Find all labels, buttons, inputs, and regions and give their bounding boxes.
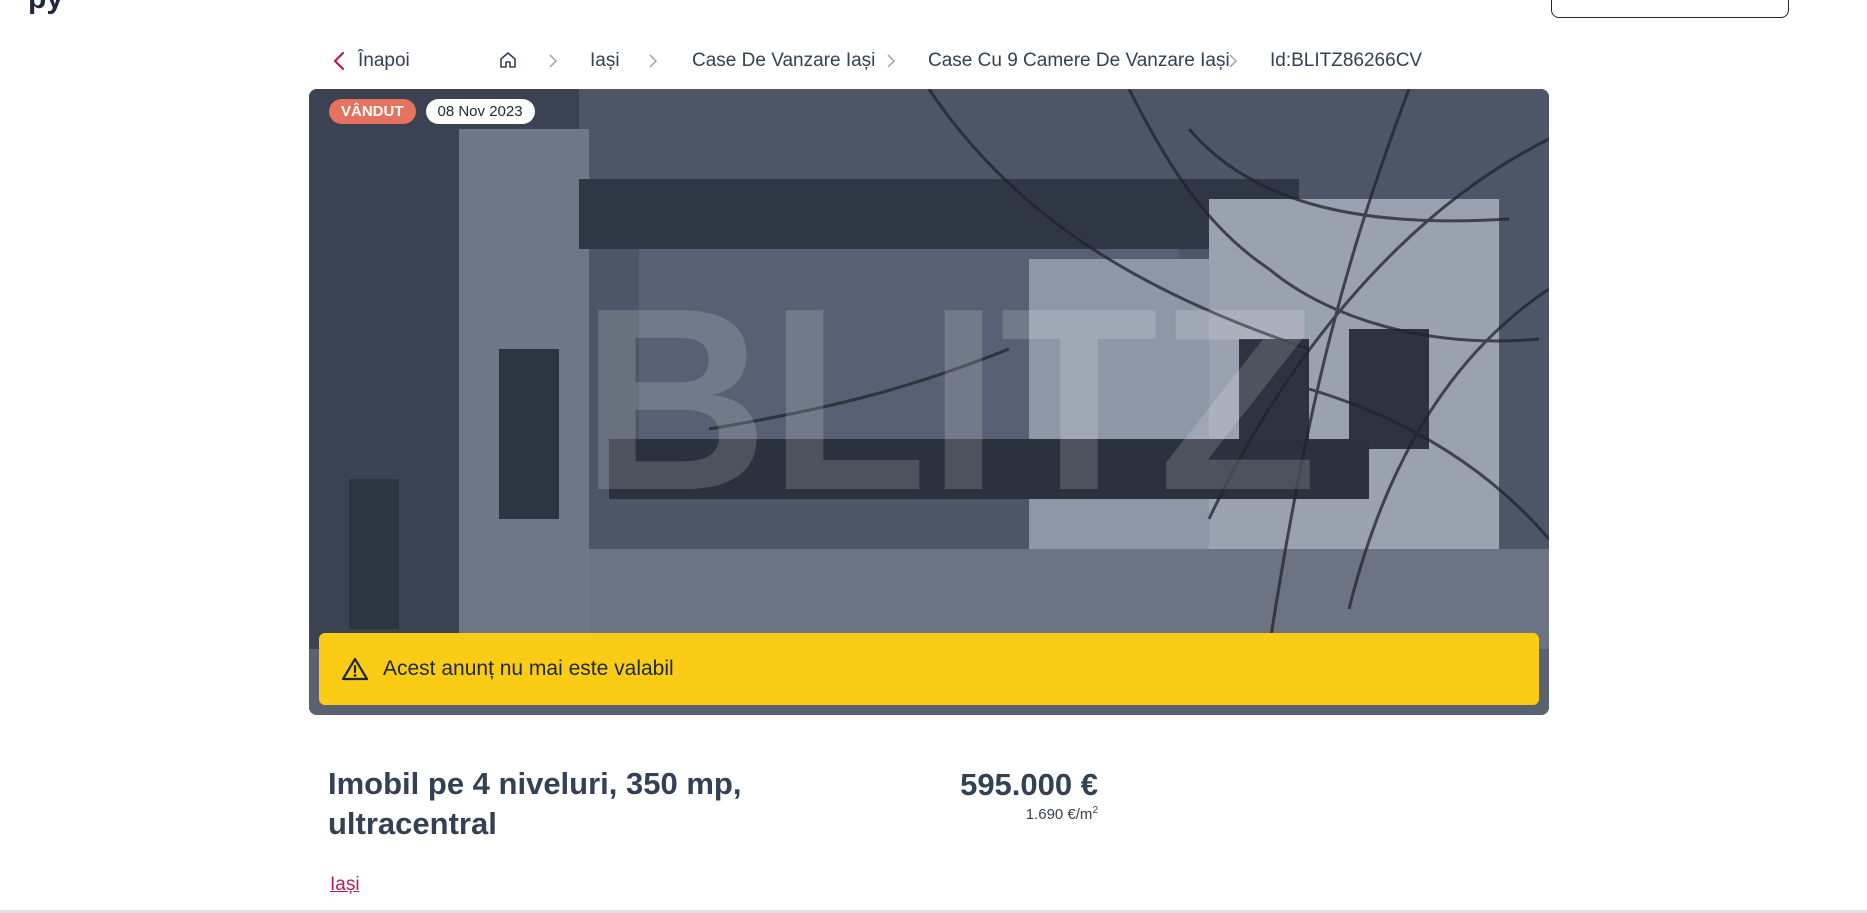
breadcrumb-item-houses-for-sale[interactable]: Case De Vanzare Iași (692, 46, 875, 76)
breadcrumb-separator-icon (548, 46, 558, 78)
price-per-sqm: 1.690 €/m2 (900, 805, 1098, 823)
breadcrumb-item-listing-id: Id:BLITZ86266CV (1270, 50, 1423, 71)
notice-text: Acest anunț nu mai este valabil (383, 657, 674, 680)
location-link[interactable]: Iași (330, 874, 360, 896)
site-logo-fragment[interactable]: py (28, 0, 63, 16)
breadcrumb-item-nine-rooms[interactable]: Case Cu 9 Camere De Vanzare Iași (928, 46, 1230, 76)
home-icon[interactable] (498, 50, 518, 70)
breadcrumb-separator-icon (886, 46, 896, 78)
breadcrumb-item-city[interactable]: Iași (590, 46, 620, 76)
breadcrumb-separator-icon (648, 46, 658, 78)
warning-icon (341, 657, 369, 681)
header-action-button[interactable] (1551, 0, 1789, 18)
listing-price: 595.000 € (960, 767, 1098, 802)
breadcrumb: Înapoi Iași Case De Vanzare Iași Case Cu… (332, 46, 1572, 76)
watermark: BLITZ (581, 255, 1317, 545)
listing-badges: VÂNDUT 08 Nov 2023 (329, 99, 535, 124)
chevron-left-icon (333, 51, 345, 71)
price-per-sqm-superscript: 2 (1092, 805, 1098, 816)
price-per-sqm-value: 1.690 €/m (1025, 806, 1093, 823)
status-badge: VÂNDUT (329, 99, 416, 124)
back-button[interactable]: Înapoi (332, 46, 410, 76)
building-photo: BLITZ (309, 89, 1549, 715)
listing-title: Imobil pe 4 niveluri, 350 mp, ultracentr… (328, 766, 742, 841)
back-label: Înapoi (358, 50, 410, 71)
listing-photo-gallery[interactable]: BLITZ VÂNDUT 08 Nov 2023 Acest anunț nu … (309, 89, 1549, 715)
listing-unavailable-notice: Acest anunț nu mai este valabil (319, 633, 1539, 705)
date-badge: 08 Nov 2023 (425, 99, 535, 124)
breadcrumb-separator-icon (1228, 46, 1238, 78)
